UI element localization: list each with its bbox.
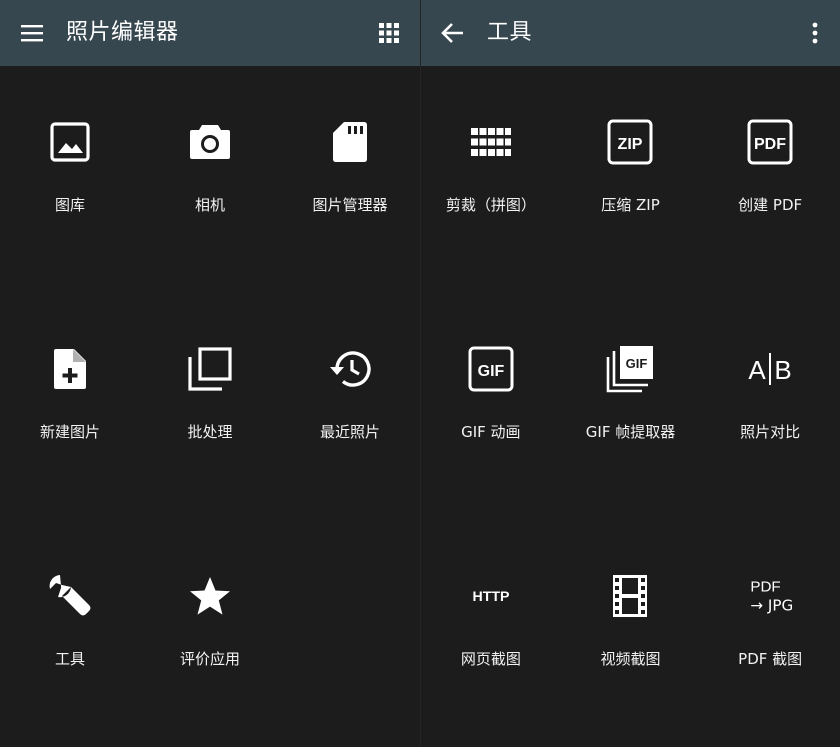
tile-create-pdf[interactable]: PDF 创建 PDF	[700, 66, 840, 293]
gif-frames-icon: GIF	[605, 344, 655, 394]
zip-icon: ZIP	[605, 117, 655, 167]
tile-tools[interactable]: 工具	[0, 520, 140, 747]
http-icon-text: HTTP	[472, 589, 509, 605]
tile-batch[interactable]: 批处理	[140, 293, 280, 520]
tile-label: 剪裁（拼图）	[445, 196, 536, 214]
film-icon	[605, 571, 655, 621]
back-arrow-icon[interactable]	[439, 19, 467, 47]
apps-grid-icon[interactable]	[376, 20, 402, 46]
tile-label: 批处理	[187, 423, 233, 441]
tile-label: 评价应用	[179, 650, 240, 668]
tile-label: 视频截图	[600, 650, 661, 668]
tile-label: 相机	[194, 196, 225, 214]
tile-label: GIF 帧提取器	[585, 423, 676, 441]
tile-gif-frame-extractor[interactable]: GIF GIF 帧提取器	[561, 293, 701, 520]
tile-label: 压缩 ZIP	[601, 196, 660, 214]
tile-label: 最近照片	[319, 423, 380, 441]
wrench-icon	[45, 571, 95, 621]
pdf-to-jpg-bottom: → JPG	[751, 596, 794, 614]
batch-icon	[185, 344, 235, 394]
tile-rate-app[interactable]: 评价应用	[140, 520, 280, 747]
pdf-to-jpg-top: PDF	[751, 579, 781, 596]
pdf-to-jpg-icon: PDF → JPG	[745, 571, 795, 621]
more-vert-icon[interactable]	[802, 20, 828, 46]
app-bar: 工具	[421, 0, 840, 66]
image-icon	[45, 117, 95, 167]
tile-video-screenshot[interactable]: 视频截图	[561, 520, 701, 747]
feature-grid: 图库 相机 图片管理器 新建图片 批处理 最近照片 工具 评价应用	[0, 66, 420, 747]
tile-webpage-screenshot[interactable]: HTTP 网页截图	[421, 520, 561, 747]
tile-label: 图库	[54, 196, 85, 214]
tile-zip[interactable]: ZIP 压缩 ZIP	[561, 66, 701, 293]
tile-photo-compare[interactable]: AB 照片对比	[700, 293, 840, 520]
tile-gallery[interactable]: 图库	[0, 66, 140, 293]
pdf-icon-text: PDF	[754, 136, 786, 153]
compare-icon: AB	[745, 344, 795, 394]
tools-screen: 工具 剪裁（拼图） ZIP 压缩 ZIP PDF 创建 PDF GIF GIF …	[420, 0, 840, 747]
app-bar: 照片编辑器	[0, 0, 420, 66]
gif-icon-text: GIF	[477, 363, 504, 380]
new-file-icon	[45, 344, 95, 394]
gif-icon: GIF	[466, 344, 516, 394]
tile-label: 工具	[54, 650, 85, 668]
history-icon	[325, 344, 375, 394]
tile-label: 图片管理器	[312, 196, 388, 214]
tile-pdf-screenshot[interactable]: PDF → JPG PDF 截图	[700, 520, 840, 747]
gif-frames-icon-text: GIF	[626, 356, 648, 371]
tile-label: 创建 PDF	[738, 196, 803, 214]
http-icon: HTTP	[466, 571, 516, 621]
app-title: 照片编辑器	[66, 20, 179, 45]
tile-label: PDF 截图	[738, 650, 803, 668]
tile-label: 照片对比	[740, 423, 801, 441]
menu-icon[interactable]	[18, 19, 46, 47]
sd-card-icon	[325, 117, 375, 167]
tile-image-manager[interactable]: 图片管理器	[280, 66, 420, 293]
tile-recent-photos[interactable]: 最近照片	[280, 293, 420, 520]
camera-icon	[185, 117, 235, 167]
tile-label: GIF 动画	[461, 423, 521, 441]
tile-camera[interactable]: 相机	[140, 66, 280, 293]
zip-icon-text: ZIP	[618, 136, 643, 153]
grid-icon	[466, 117, 516, 167]
main-screen: 照片编辑器 图库 相机 图片管理器 新建图片 批处理 最近照片 工具 评价应用	[0, 0, 420, 747]
star-icon	[185, 571, 235, 621]
tile-new-image[interactable]: 新建图片	[0, 293, 140, 520]
pdf-icon: PDF	[745, 117, 795, 167]
compare-icon-a: A	[748, 355, 766, 385]
tile-gif-animation[interactable]: GIF GIF 动画	[421, 293, 561, 520]
compare-icon-b: B	[774, 355, 791, 385]
tools-grid: 剪裁（拼图） ZIP 压缩 ZIP PDF 创建 PDF GIF GIF 动画 …	[421, 66, 840, 747]
tile-crop-collage[interactable]: 剪裁（拼图）	[421, 66, 561, 293]
screen-title: 工具	[487, 20, 533, 45]
tile-label: 网页截图	[460, 650, 521, 668]
tile-label: 新建图片	[39, 423, 100, 441]
